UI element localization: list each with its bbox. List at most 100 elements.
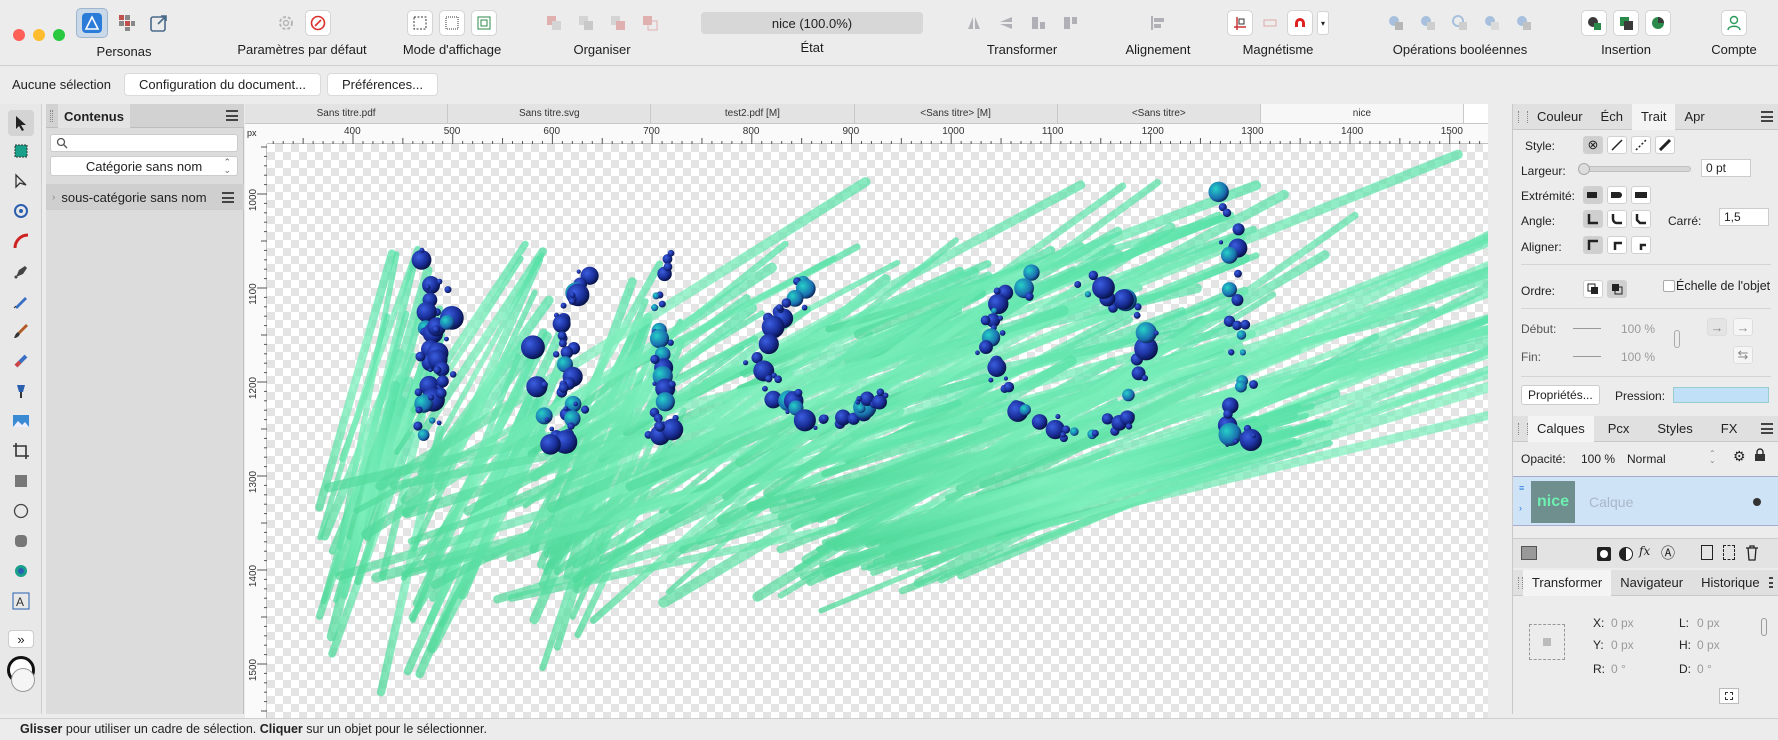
lock-icon[interactable]: [1754, 448, 1766, 465]
align-inside-icon[interactable]: [1583, 236, 1603, 254]
subcategory-menu-icon[interactable]: [222, 192, 234, 203]
start-scale-value[interactable]: 100 %: [1621, 322, 1655, 336]
tab-fx[interactable]: FX: [1707, 416, 1752, 442]
dashed-stroke-icon[interactable]: [1631, 136, 1651, 154]
shape-tool-icon[interactable]: [8, 558, 34, 584]
layer-row[interactable]: ≡ › nice Calque: [1513, 476, 1778, 526]
designer-persona-icon[interactable]: [76, 8, 108, 38]
doc-tab[interactable]: <Sans titre>: [1058, 104, 1261, 123]
swap-arrow-icon[interactable]: →: [1707, 318, 1727, 336]
view-vector-icon[interactable]: [407, 10, 433, 36]
h-value[interactable]: 0 px: [1697, 638, 1720, 652]
round-join-icon[interactable]: [1607, 210, 1627, 228]
rectangle-tool-icon[interactable]: [8, 468, 34, 494]
doc-tab[interactable]: Sans titre.pdf: [245, 104, 449, 123]
tab-pcx[interactable]: Pcx: [1594, 416, 1644, 442]
group-layer-icon[interactable]: [1723, 545, 1735, 560]
transform-origin-icon[interactable]: [1719, 688, 1739, 704]
rotate-right-icon[interactable]: [1057, 10, 1083, 36]
ellipse-tool-icon[interactable]: [8, 498, 34, 524]
doc-tab[interactable]: test2.pdf [M]: [651, 104, 855, 123]
tab-layers[interactable]: Calques: [1528, 415, 1594, 442]
pixel-brush-tool-icon[interactable]: [8, 348, 34, 374]
boolean-subtract-icon[interactable]: [1415, 10, 1441, 36]
arrow-options-icon[interactable]: ⇆: [1733, 346, 1753, 364]
snapping-grid-icon[interactable]: [1227, 10, 1253, 36]
pixel-persona-icon[interactable]: [114, 10, 140, 36]
width-slider[interactable]: [1578, 163, 1691, 175]
insert-top-icon[interactable]: [1613, 10, 1639, 36]
user-icon[interactable]: [1721, 10, 1747, 36]
tab-appearance[interactable]: Apr: [1675, 104, 1713, 130]
panel-menu-icon[interactable]: [1761, 111, 1773, 122]
forward-one-icon[interactable]: [573, 10, 599, 36]
doc-tab-active[interactable]: nice: [1260, 104, 1465, 123]
start-arrow-line[interactable]: [1573, 328, 1601, 329]
rotate-left-icon[interactable]: [1025, 10, 1051, 36]
tab-history[interactable]: Historique: [1692, 570, 1769, 596]
zoom-window-button[interactable]: [53, 29, 65, 41]
layer-name[interactable]: Calque: [1589, 494, 1633, 510]
end-scale-value[interactable]: 100 %: [1621, 350, 1655, 364]
insert-inside-icon[interactable]: [1645, 10, 1671, 36]
vector-brush-icon[interactable]: Ⓐ: [1661, 543, 1675, 563]
crop-tool-icon[interactable]: [8, 438, 34, 464]
back-one-icon[interactable]: [541, 10, 567, 36]
pencil-tool-icon[interactable]: [8, 288, 34, 314]
vertical-ruler[interactable]: 1000 1100 1200 1300 1400 1500: [245, 144, 267, 718]
tab-navigator[interactable]: Navigateur: [1611, 570, 1692, 596]
category-select[interactable]: Catégorie sans nom ⌃ ⌄: [50, 156, 238, 176]
insert-behind-icon[interactable]: [1581, 10, 1607, 36]
pressure-curve[interactable]: [1673, 387, 1769, 403]
miter-join-icon[interactable]: [1583, 210, 1603, 228]
to-back-icon[interactable]: [605, 10, 631, 36]
width-input[interactable]: 0 pt: [1701, 159, 1751, 177]
layer-expand-icon[interactable]: ≡ ›: [1519, 483, 1527, 519]
contents-search-input[interactable]: [50, 134, 238, 152]
bevel-join-icon[interactable]: [1631, 210, 1651, 228]
blend-mode-select[interactable]: Normal: [1627, 452, 1666, 466]
boolean-divide-icon[interactable]: [1511, 10, 1537, 36]
square-cap-icon[interactable]: [1631, 186, 1651, 204]
to-front-icon[interactable]: [637, 10, 663, 36]
color-well[interactable]: [7, 656, 35, 696]
view-retina-icon[interactable]: [471, 10, 497, 36]
node-tool-icon[interactable]: [8, 168, 34, 194]
document-canvas[interactable]: [267, 144, 1488, 718]
fx-icon[interactable]: fx: [1639, 544, 1650, 558]
w-value[interactable]: 0 px: [1697, 616, 1720, 630]
nice-artwork[interactable]: [267, 144, 1488, 718]
align-outside-icon[interactable]: [1631, 236, 1651, 254]
new-layer-icon[interactable]: [1701, 545, 1713, 560]
boolean-add-icon[interactable]: [1383, 10, 1409, 36]
mask-icon[interactable]: [1597, 547, 1611, 561]
close-window-button[interactable]: [13, 29, 25, 41]
brush-stroke-icon[interactable]: [1655, 136, 1675, 154]
align-center-icon[interactable]: [1607, 236, 1627, 254]
butt-cap-icon[interactable]: [1583, 186, 1603, 204]
solid-stroke-icon[interactable]: [1607, 136, 1627, 154]
trash-icon[interactable]: [1745, 545, 1759, 564]
chevron-down-icon[interactable]: ▾: [1317, 11, 1329, 35]
brush-tool-icon[interactable]: [8, 318, 34, 344]
move-tool-icon[interactable]: [8, 110, 34, 136]
x-value[interactable]: 0 px: [1611, 616, 1634, 630]
text-tool-icon[interactable]: A: [8, 588, 34, 614]
artboard-tool-icon[interactable]: [8, 138, 34, 164]
properties-button[interactable]: Propriétés...: [1521, 385, 1600, 405]
end-arrow-line[interactable]: [1573, 356, 1601, 357]
doc-tab[interactable]: <Sans titre> [M]: [855, 104, 1058, 123]
boolean-intersect-icon[interactable]: [1447, 10, 1473, 36]
link-icon[interactable]: [1674, 330, 1680, 348]
state-field[interactable]: nice (100.0%): [701, 12, 923, 34]
gear-icon[interactable]: [273, 10, 299, 36]
place-image-icon[interactable]: [8, 408, 34, 434]
document-setup-button[interactable]: Configuration du document...: [124, 73, 321, 96]
export-persona-icon[interactable]: [146, 10, 172, 36]
fill-tool-icon[interactable]: [8, 378, 34, 404]
stroke-front-icon[interactable]: [1607, 280, 1627, 298]
magnet-icon[interactable]: [1287, 10, 1313, 36]
width-slider-thumb[interactable]: [1578, 163, 1590, 175]
flip-vertical-icon[interactable]: [993, 10, 1019, 36]
panel-menu-icon[interactable]: [226, 110, 238, 121]
